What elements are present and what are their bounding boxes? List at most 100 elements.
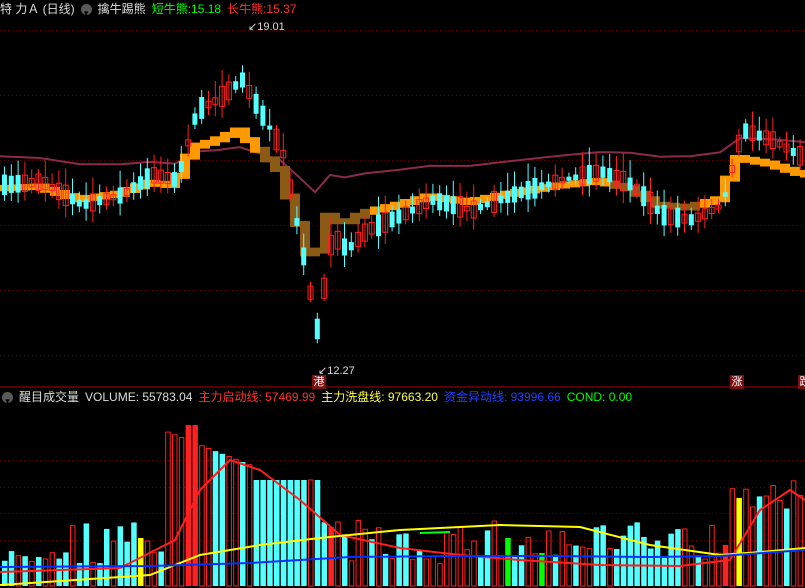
candle-body [505, 190, 511, 203]
short-bull-bear-segment [400, 199, 410, 208]
short-bull-bear-segment [330, 212, 340, 225]
chart-canvas[interactable] [0, 0, 805, 588]
candle-body [532, 177, 538, 199]
short-bull-bear-segment [250, 137, 260, 153]
volume-bar [287, 480, 294, 586]
short-bull-bear-segment [310, 247, 320, 257]
short-bull-bear-segment [190, 142, 200, 160]
volume-bar [382, 553, 389, 586]
short-bull-bear-segment [790, 166, 800, 176]
candle-body [199, 96, 205, 119]
volume-bar [308, 479, 314, 587]
candle-body [131, 182, 137, 193]
marker-gang: 港 [312, 375, 326, 389]
volume-bar [586, 548, 593, 587]
short-bull-bear-segment [800, 169, 805, 178]
volume-bar [573, 545, 579, 586]
short-bull-bear-segment [780, 163, 790, 173]
volume-bar [165, 431, 171, 587]
volume-bar [634, 522, 640, 586]
candle-body [70, 194, 75, 205]
candle-body [348, 242, 354, 251]
candle-body [722, 192, 728, 197]
grid [0, 30, 805, 541]
volume-bar [648, 548, 654, 586]
candle-body [15, 175, 21, 193]
candle-body [498, 195, 504, 204]
candle-body [172, 172, 177, 187]
volume-bar [546, 530, 552, 587]
short-bull-bear-segment [260, 146, 270, 163]
volume-bar [790, 480, 797, 587]
candle-body [790, 147, 796, 156]
short-bull-bear-segment [410, 196, 420, 205]
short-bull-bear-segment [240, 127, 250, 144]
volume-bar [478, 557, 484, 586]
candle-body [518, 186, 524, 199]
volume-bar [532, 553, 538, 587]
volume-bar [226, 456, 232, 587]
candle-body [756, 130, 762, 141]
volume-bar [695, 555, 702, 586]
candle-body [301, 247, 307, 266]
short-bull-bear-segment [760, 158, 770, 167]
volume-bar [355, 520, 362, 587]
volume-bar [518, 545, 525, 586]
candle-body [396, 209, 402, 224]
volume-bar [260, 480, 266, 586]
marker-zhang: 涨 [730, 375, 744, 389]
candle-body [260, 105, 266, 126]
candle-body [688, 214, 694, 226]
volume-bar [430, 556, 436, 587]
volume-bar [423, 558, 430, 587]
volume-bar [505, 538, 511, 586]
candle-body [743, 123, 749, 139]
candle-body [641, 186, 647, 207]
volume-bar [138, 538, 144, 586]
volume-bar [410, 559, 416, 587]
volume-bar [552, 554, 559, 586]
volume-layer [0, 425, 805, 587]
short-bull-bear-segment [270, 156, 280, 172]
candle-body [573, 174, 579, 181]
cond-segment [419, 531, 451, 534]
volume-bar [274, 480, 280, 586]
candle-body [233, 81, 239, 90]
candle-body [627, 177, 633, 191]
candle-body [437, 193, 443, 211]
short-bull-bear-segment [460, 197, 470, 205]
candle-body [178, 161, 184, 173]
volume-bar [491, 520, 498, 587]
marker-die: 跌 [798, 375, 805, 389]
volume-bar [185, 425, 192, 586]
candle-body [661, 205, 667, 226]
candle-body [654, 205, 660, 214]
volume-bar [539, 553, 545, 586]
candle-body [389, 211, 395, 228]
volume-bar [321, 522, 328, 586]
volume-bar [83, 523, 90, 586]
short-bull-bear-segment [230, 127, 240, 138]
volume-bar [396, 534, 402, 586]
volume-bar [614, 548, 620, 586]
candle-body [410, 206, 415, 214]
volume-bar [280, 480, 287, 586]
candle-body [253, 93, 259, 114]
candle-body [240, 72, 245, 88]
candle-body [144, 168, 150, 189]
candle-body [314, 318, 320, 340]
short-bull-bear-segment [750, 156, 760, 165]
candle-body [512, 186, 517, 203]
volume-bar [8, 551, 15, 586]
volume-bar [607, 548, 613, 587]
candle-body [267, 125, 273, 130]
short-bull-bear-segment [570, 180, 580, 188]
candle-body [430, 195, 436, 205]
candle-body [546, 181, 551, 187]
candle-body [484, 201, 490, 208]
volume-bar [110, 540, 117, 587]
candle-body [675, 207, 681, 228]
short-bull-bear-segment [350, 212, 360, 225]
candle-body [444, 195, 449, 212]
price-layer [0, 65, 805, 344]
